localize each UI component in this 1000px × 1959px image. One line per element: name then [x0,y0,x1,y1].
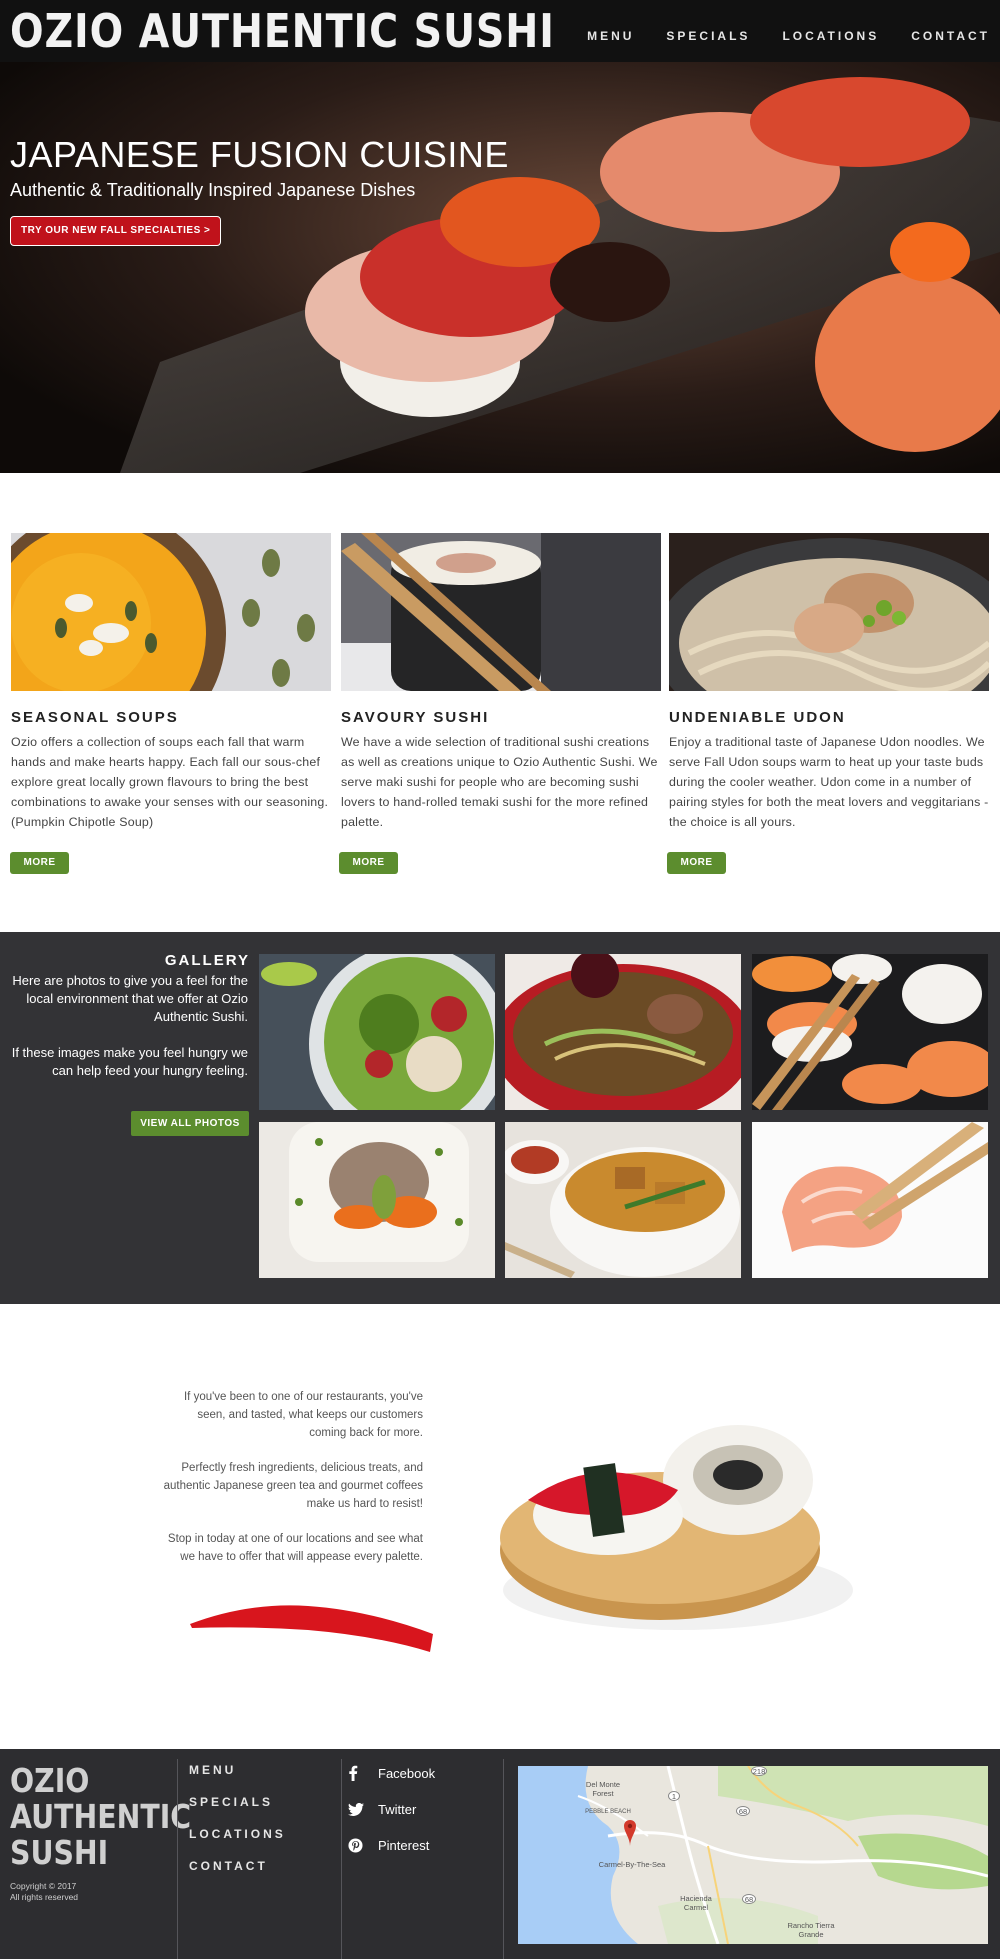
hero-banner: JAPANESE FUSION CUISINE Authentic & Trad… [0,62,1000,473]
sushi-roll-image [341,533,661,691]
footer-nav-locations[interactable]: LOCATIONS [189,1827,286,1841]
facebook-link[interactable]: Facebook [348,1764,435,1782]
hero-sushi-image [0,62,1000,473]
footer-nav-contact[interactable]: CONTACT [189,1859,286,1873]
feature-title: SAVOURY SUSHI [341,709,490,726]
footer-nav-specials[interactable]: SPECIALS [189,1795,286,1809]
hero-title: JAPANESE FUSION CUISINE [10,134,509,175]
footer-social: Facebook Twitter Pinterest [348,1764,435,1872]
location-map[interactable]: Del Monte Forest PEBBLE BEACH Carmel-By-… [518,1766,988,1944]
udon-more-button[interactable]: MORE [667,852,726,874]
feature-text: Enjoy a traditional taste of Japanese Ud… [669,735,989,829]
map-label: Carmel-By-The-Sea [598,1860,666,1869]
map-label: Hacienda Carmel [680,1894,712,1912]
gallery-text-2: If these images make you feel hungry we … [11,1045,248,1078]
footer-copyright: Copyright © 2017 All rights reserved [10,1881,78,1903]
about-paragraph-2: Perfectly fresh ingredients, delicious t… [163,1462,423,1510]
fall-specialties-button[interactable]: TRY OUR NEW FALL SPECIALTIES > [10,216,222,246]
nav-contact[interactable]: CONTACT [911,29,990,43]
footer-divider [341,1759,342,1959]
footer-divider [177,1759,178,1959]
map-label: Rancho Tierra Grande [787,1921,835,1939]
facebook-icon [348,1765,378,1781]
map-shield: 68 [742,1894,756,1904]
soup-image [11,533,331,691]
view-all-photos-button[interactable]: VIEW ALL PHOTOS [131,1111,249,1136]
pinterest-label: Pinterest [378,1837,430,1853]
footer-nav-menu[interactable]: MENU [189,1763,286,1777]
nav-locations[interactable]: LOCATIONS [782,29,879,43]
gallery-photo-shrimp[interactable] [752,1122,988,1278]
pinterest-link[interactable]: Pinterest [348,1836,435,1854]
gallery-photo-veg-roll[interactable] [259,1122,495,1278]
gallery-section: GALLERY Here are photos to give you a fe… [0,932,1000,1304]
feature-title: UNDENIABLE UDON [669,709,846,726]
gallery-title: GALLERY [164,952,250,969]
about-paragraph-1: If you've been to one of our restaurants… [183,1391,423,1439]
gallery-photo-nigiri[interactable] [752,954,988,1110]
nav-menu[interactable]: MENU [587,29,634,43]
gallery-photo-salad[interactable] [259,954,495,1110]
map-shield: 1 [668,1791,680,1801]
sushi-more-button[interactable]: MORE [339,852,398,874]
rights-text: All rights reserved [10,1892,79,1902]
facebook-label: Facebook [378,1765,436,1781]
gallery-text-1: Here are photos to give you a feel for t… [12,973,248,1024]
feature-savoury-sushi: SAVOURY SUSHI We have a wide selection o… [341,533,661,832]
udon-image [669,533,989,691]
twitter-label: Twitter [378,1801,417,1817]
feature-text: Ozio offers a collection of soups each f… [11,735,329,829]
map-shield: 68 [736,1806,750,1816]
hero-subtitle: Authentic & Traditionally Inspired Japan… [10,180,416,200]
feature-title: SEASONAL SOUPS [11,709,179,726]
twitter-icon [348,1802,378,1816]
twitter-link[interactable]: Twitter [348,1800,435,1818]
copyright-text: Copyright © 2017 [10,1881,77,1891]
map-label: PEBBLE BEACH [585,1809,631,1815]
feature-undeniable-udon: UNDENIABLE UDON Enjoy a traditional tast… [669,533,989,832]
soups-more-button[interactable]: MORE [10,852,69,874]
about-text: If you've been to one of our restaurants… [160,1388,423,1583]
feature-text: We have a wide selection of traditional … [341,735,658,829]
gallery-photo-ramen[interactable] [505,954,741,1110]
gallery-description: Here are photos to give you a feel for t… [0,972,248,1080]
feature-seasonal-soups: SEASONAL SOUPS Ozio offers a collection … [11,533,331,832]
footer-divider [503,1759,504,1959]
brand-logo[interactable]: OZIO AUTHENTIC SUSHI [10,2,555,60]
about-paragraph-3: Stop in today at one of our locations an… [167,1533,423,1563]
map-label: Del Monte Forest [585,1780,621,1798]
map-shield: 218 [751,1766,767,1776]
red-brush-stroke [190,1605,433,1652]
site-footer: OZIO AUTHENTIC SUSHI Copyright © 2017 Al… [0,1749,1000,1959]
site-header: OZIO AUTHENTIC SUSHI MENU SPECIALS LOCAT… [0,0,1000,62]
about-sushi-image [500,1425,853,1630]
gallery-photo-curry[interactable] [505,1122,741,1278]
footer-logo[interactable]: OZIO AUTHENTIC SUSHI [10,1763,191,1871]
pinterest-icon [348,1837,378,1853]
nav-specials[interactable]: SPECIALS [666,29,750,43]
footer-nav: MENU SPECIALS LOCATIONS CONTACT [189,1763,286,1891]
